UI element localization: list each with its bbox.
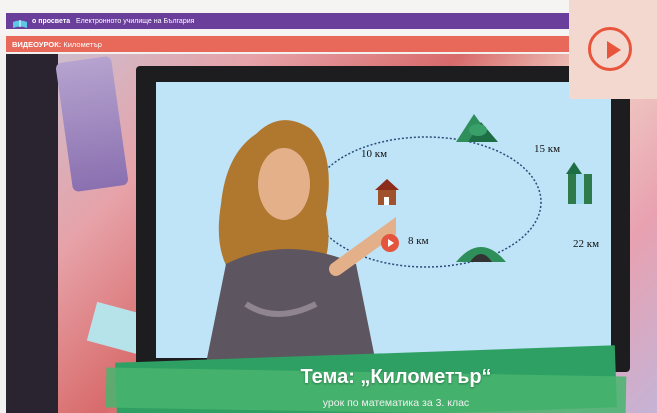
distance-label: 22 км — [573, 238, 599, 250]
lesson-header: ВИДЕОУРОК: Километър — [6, 36, 571, 52]
lesson-subtitle: урок по математика за 3. клас — [322, 397, 470, 409]
site-tagline: Електронното училище на България — [75, 17, 195, 25]
video-left-edge — [6, 54, 58, 413]
site-header: о просвета Електронното училище на Бълга… — [6, 13, 571, 29]
logo-name[interactable]: о просвета — [32, 18, 70, 25]
chalk-decoration — [55, 55, 129, 193]
lesson-title: Километър — [63, 39, 102, 49]
lesson-type-label: ВИДЕОУРОК: — [12, 39, 62, 49]
book-logo-icon — [12, 16, 28, 28]
mountain-icon — [456, 114, 498, 142]
waterfall-icon — [566, 162, 592, 204]
distance-label: 8 км — [408, 235, 429, 247]
distance-label: 15 км — [534, 143, 560, 155]
cave-icon — [456, 247, 506, 262]
play-icon[interactable] — [588, 27, 632, 71]
play-triangle — [607, 41, 621, 59]
video-player[interactable]: 10 км 15 км 8 км 22 км Тема: „Километър“… — [6, 54, 657, 413]
lesson-header-text: ВИДЕОУРОК: Километър — [12, 40, 102, 49]
play-button[interactable] — [569, 0, 657, 99]
play-icon[interactable] — [381, 234, 399, 252]
site-title[interactable]: о просвета Електронното училище на Бълга… — [32, 18, 194, 25]
topic-title: Тема: „Километър“ — [300, 366, 492, 388]
